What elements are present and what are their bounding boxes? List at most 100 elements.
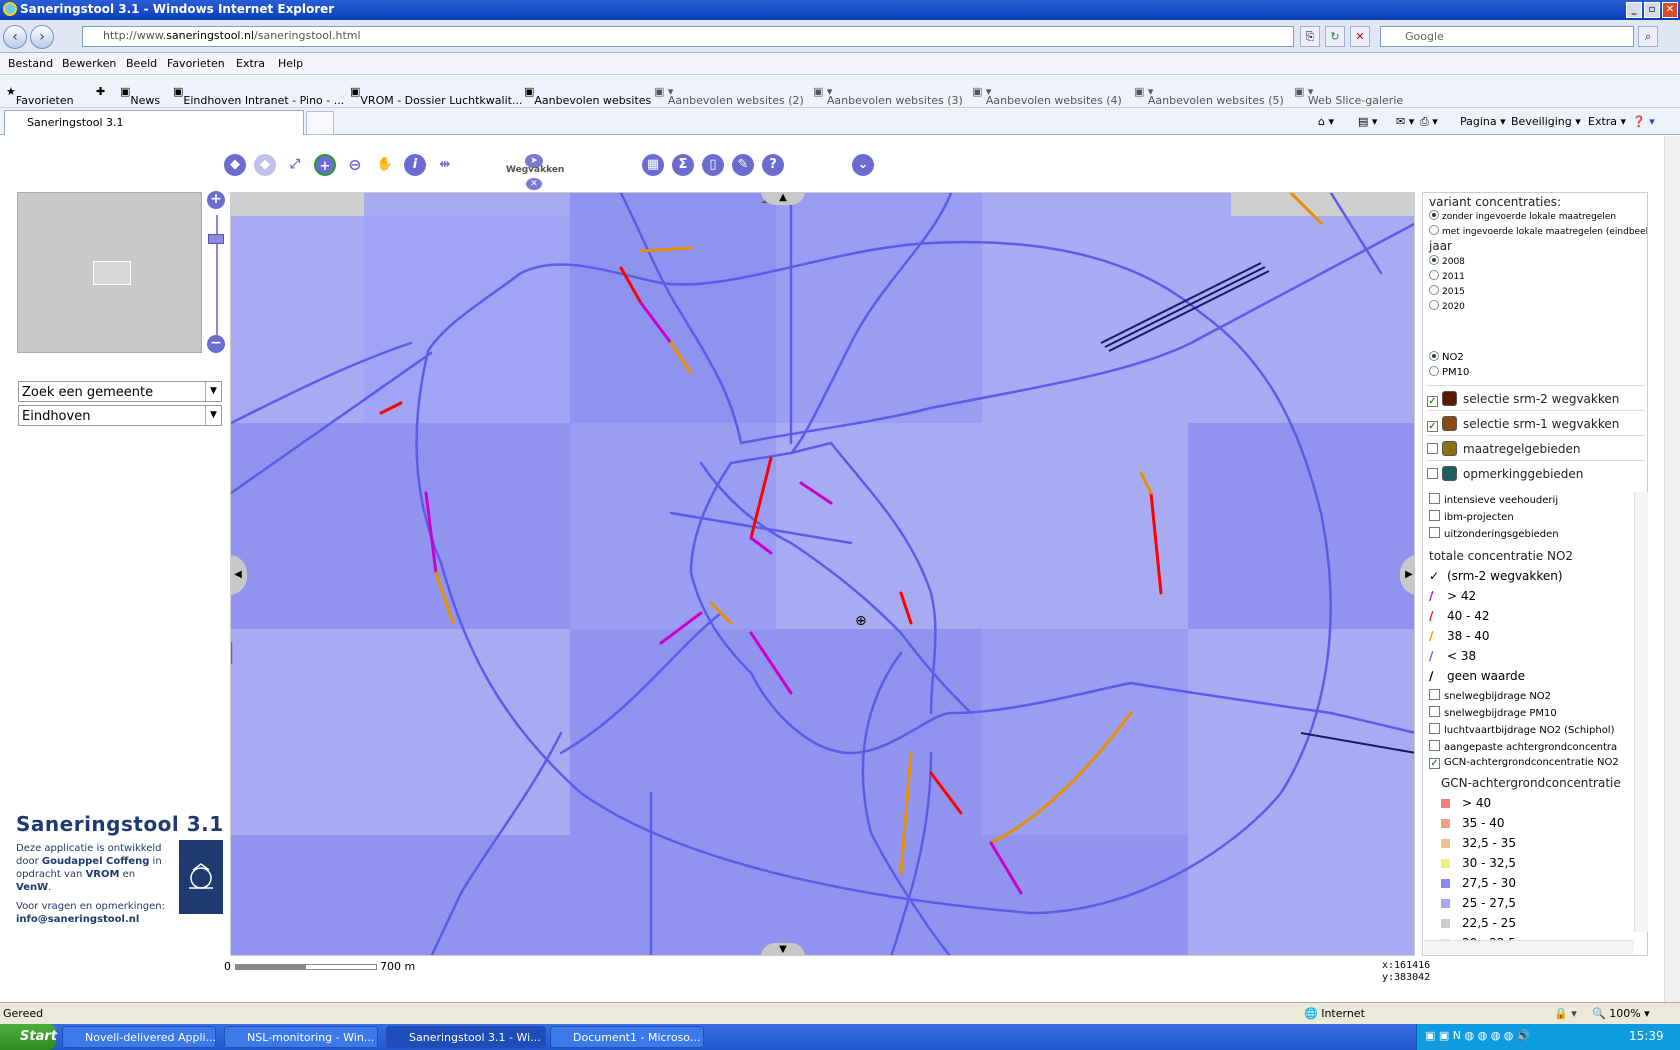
menu-bestand[interactable]: Bestand: [8, 57, 53, 70]
gemeente-select[interactable]: Eindhoven ▼: [18, 405, 222, 426]
map-canvas[interactable]: ▲ ▼ ◀ ▶ ⊕: [230, 192, 1415, 956]
task-saneringstool[interactable]: Saneringstool 3.1 - Wi...: [386, 1026, 546, 1048]
next-extent-icon[interactable]: ◆: [254, 154, 276, 176]
minimize-button[interactable]: _: [1626, 2, 1642, 18]
menu-help[interactable]: Help: [278, 57, 303, 70]
jaar-2011[interactable]: 2011: [1429, 270, 1465, 282]
help-tool-icon[interactable]: ?: [762, 154, 784, 176]
close-button[interactable]: ✕: [1662, 2, 1678, 18]
zoom-out-button[interactable]: −: [207, 335, 225, 353]
measure-icon[interactable]: ⇹: [434, 154, 456, 176]
menu-extra[interactable]: Extra: [236, 57, 265, 70]
jaar-2008[interactable]: 2008: [1429, 255, 1465, 267]
cmd-extra[interactable]: Extra ▾: [1588, 115, 1626, 128]
fav-web-slice[interactable]: ▣ Web Slice-galerie ▾: [1294, 85, 1403, 107]
pan-down-icon[interactable]: ▼: [761, 943, 805, 955]
layer-luchtvaart-no2[interactable]: luchtvaartbijdrage NO2 (Schiphol): [1429, 723, 1615, 736]
add-favorite-icon[interactable]: ✚: [96, 85, 105, 98]
full-extent-icon[interactable]: ⤢: [284, 154, 306, 176]
wegvakken-tool[interactable]: ➤ Wegvakken ✕: [506, 152, 564, 190]
layer-srm1[interactable]: ✓ selectie srm-1 wegvakken: [1427, 410, 1645, 434]
layer-aangepaste-achtergrond[interactable]: aangepaste achtergrondconcentra: [1429, 740, 1617, 753]
variant-option-zonder[interactable]: zonder ingevoerde lokale maatregelen: [1429, 210, 1616, 222]
zoom-in-icon[interactable]: +: [314, 154, 336, 176]
url-input[interactable]: http://www.saneringstool.nl/saneringstoo…: [82, 26, 1294, 47]
contact-email[interactable]: info@saneringstool.nl: [16, 914, 139, 925]
task-novell[interactable]: Novell-delivered Appli...: [62, 1026, 216, 1048]
search-icon[interactable]: ⌕: [1638, 26, 1658, 47]
collapse-down-icon[interactable]: ⌄: [852, 154, 874, 176]
stof-pm10[interactable]: PM10: [1429, 366, 1469, 378]
task-nsl-monitoring[interactable]: NSL-monitoring - Win...: [224, 1026, 378, 1048]
menu-favorieten[interactable]: Favorieten: [167, 57, 225, 70]
layer-snelweg-pm10[interactable]: snelwegbijdrage PM10: [1429, 706, 1557, 719]
menu-beeld[interactable]: Beeld: [126, 57, 157, 70]
search-input[interactable]: Google: [1380, 26, 1634, 47]
layer-maatregelgebieden[interactable]: maatregelgebieden: [1427, 435, 1645, 459]
maximize-button[interactable]: ▫: [1644, 2, 1660, 18]
gemeente-search-select[interactable]: Zoek een gemeente ▼: [18, 381, 222, 402]
layer-uitzonderingsgebieden[interactable]: uitzonderingsgebieden: [1429, 527, 1559, 540]
layer-intensieve-veehouderij[interactable]: intensieve veehouderij: [1429, 493, 1558, 506]
mail-icon[interactable]: ✉ ▾: [1396, 115, 1414, 128]
fav-aanbevolen-4[interactable]: ▣ Aanbevolen websites (4) ▾: [972, 85, 1122, 107]
sum-icon[interactable]: Σ: [672, 154, 694, 176]
zoom-in-button[interactable]: +: [207, 191, 225, 209]
layer-gcn-no2[interactable]: ✓ GCN-achtergrondconcentratie NO2: [1429, 757, 1619, 769]
fav-aanbevolen-2[interactable]: ▣ Aanbevolen websites (2) ▾: [654, 85, 804, 107]
layer-srm2[interactable]: ✓ selectie srm-2 wegvakken: [1427, 385, 1645, 409]
refresh-icon[interactable]: ↻: [1325, 26, 1345, 47]
favorites-button[interactable]: ★ Favorieten: [6, 85, 74, 107]
jaar-2015[interactable]: 2015: [1429, 285, 1465, 297]
overview-map[interactable]: [17, 192, 202, 353]
cmd-pagina[interactable]: Pagina ▾: [1460, 115, 1506, 128]
pan-hand-icon[interactable]: ✋: [374, 154, 396, 176]
layer-opmerkinggebieden[interactable]: opmerkinggebieden: [1427, 460, 1645, 484]
tab-saneringstool[interactable]: Saneringstool 3.1: [4, 110, 304, 135]
tools-icon[interactable]: ✎: [732, 154, 754, 176]
previous-extent-icon[interactable]: ◆: [224, 154, 246, 176]
gcn-35-40: 35 - 40: [1441, 816, 1505, 830]
fav-aanbevolen-1[interactable]: ▣ Aanbevolen websites: [524, 85, 651, 107]
fav-news[interactable]: ▣ News: [120, 85, 160, 107]
cmd-beveiliging[interactable]: Beveiliging ▾: [1511, 115, 1581, 128]
brand-title: Saneringstool 3.1: [16, 812, 224, 836]
print-icon[interactable]: ⎙ ▾: [1420, 115, 1438, 129]
help-icon[interactable]: ❓ ▾: [1632, 115, 1655, 128]
stof-no2[interactable]: NO2: [1429, 351, 1464, 363]
tray-icons[interactable]: ▣ ▣ N ◍ ◍ ◍ ◍ 🔊: [1425, 1029, 1531, 1042]
back-button[interactable]: ‹: [3, 25, 27, 49]
menu-bewerken[interactable]: Bewerken: [62, 57, 116, 70]
zoom-slider-track[interactable]: [216, 215, 218, 335]
protected-mode-icon[interactable]: 🔒 ▾: [1554, 1007, 1577, 1020]
table-icon[interactable]: ▦: [642, 154, 664, 176]
zoom-slider-thumb[interactable]: [208, 234, 224, 244]
zoom-level[interactable]: 🔍 100% ▾: [1592, 1007, 1650, 1020]
scale-end: 700 m: [380, 960, 416, 973]
document-icon[interactable]: ▯: [702, 154, 724, 176]
new-tab-button[interactable]: [306, 111, 334, 135]
forward-button[interactable]: ›: [30, 25, 54, 49]
variant-option-met[interactable]: met ingevoerde lokale maatregelen (eindb…: [1429, 225, 1647, 237]
layer-ibm-projecten[interactable]: ibm-projecten: [1429, 510, 1514, 523]
task-document1[interactable]: Document1 - Microso...: [550, 1026, 704, 1048]
fav-aanbevolen-3[interactable]: ▣ Aanbevolen websites (3) ▾: [813, 85, 963, 107]
legend-gt42: ∕ > 42: [1429, 589, 1477, 603]
page-scrollbar[interactable]: [1664, 136, 1680, 1002]
fav-vrom[interactable]: ▣ VROM - Dossier Luchtkwalit...: [350, 85, 522, 107]
overview-extent-box[interactable]: [93, 261, 131, 285]
layer-snelweg-no2[interactable]: snelwegbijdrage NO2: [1429, 689, 1551, 702]
stop-icon[interactable]: ✕: [1350, 26, 1370, 47]
coord-x: x:161416: [1382, 960, 1431, 971]
jaar-2020[interactable]: 2020: [1429, 300, 1465, 312]
fav-aanbevolen-5[interactable]: ▣ Aanbevolen websites (5) ▾: [1134, 85, 1284, 107]
compat-view-icon[interactable]: ⎘: [1300, 26, 1320, 47]
fav-eindhoven-intranet[interactable]: ▣ Eindhoven Intranet - Pino - ...: [173, 85, 344, 107]
home-icon[interactable]: ⌂ ▾: [1318, 115, 1334, 128]
legend-hscrollbar[interactable]: [1424, 940, 1634, 954]
legend-vscrollbar[interactable]: [1634, 492, 1648, 932]
zoom-out-icon[interactable]: ⊖: [344, 154, 366, 176]
info-icon[interactable]: i: [404, 154, 426, 176]
start-button[interactable]: Start: [0, 1024, 57, 1050]
feeds-icon[interactable]: ▤ ▾: [1358, 115, 1377, 128]
